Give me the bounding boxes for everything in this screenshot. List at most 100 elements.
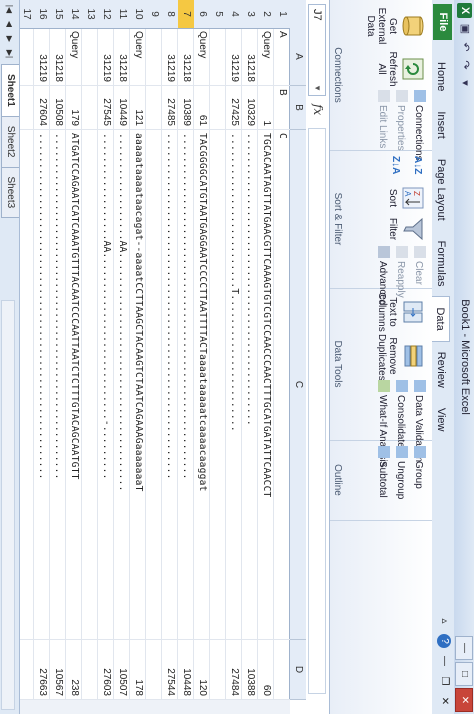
sheet-tab-sheet3[interactable]: Sheet3 — [1, 166, 19, 219]
table-cell[interactable]: 10448 — [177, 640, 194, 700]
table-cell[interactable]: 10508 — [49, 86, 66, 130]
table-cell[interactable] — [273, 640, 290, 700]
table-cell[interactable]: 31219 — [225, 28, 242, 86]
table-cell[interactable] — [81, 28, 98, 86]
table-cell[interactable]: 120 — [193, 640, 210, 700]
table-cell[interactable]: ..........................T.............… — [225, 130, 242, 640]
table-cell[interactable]: 31218 — [177, 28, 194, 86]
ribbon-minimize-icon[interactable]: — — [437, 654, 451, 668]
sort-az-button[interactable]: A↓Z — [410, 156, 424, 174]
row-header[interactable]: 9 — [145, 0, 162, 29]
row-header[interactable]: 13 — [81, 0, 98, 29]
table-cell[interactable]: 179 — [65, 86, 82, 130]
ribbon-restore-icon[interactable]: ❐ — [437, 674, 451, 688]
tab-page-layout[interactable]: Page Layout — [431, 149, 450, 231]
spreadsheet-grid[interactable]: A B C D 1 A B C 2 Query 1 TGCACAATAGTTATGAACGTTCAAA… — [20, 0, 306, 714]
table-cell[interactable]: 27485 — [161, 86, 178, 130]
table-cell[interactable]: 27603 — [97, 640, 114, 700]
row-header[interactable]: 6 — [193, 0, 210, 29]
maximize-icon[interactable]: □ — [455, 662, 473, 686]
horizontal-scrollbar[interactable] — [1, 300, 15, 710]
table-cell[interactable]: 10567 — [49, 640, 66, 700]
column-header[interactable]: A — [289, 28, 306, 86]
properties-button[interactable]: Properties — [394, 90, 408, 151]
row-header[interactable]: 12 — [97, 0, 114, 29]
table-cell[interactable]: 31219 — [33, 28, 50, 86]
table-cell[interactable]: 121 — [129, 86, 146, 130]
table-cell[interactable] — [209, 640, 226, 700]
last-sheet-icon[interactable]: ▶| — [3, 47, 16, 61]
collapse-ribbon-icon[interactable]: ▵ — [437, 614, 451, 628]
clear-button[interactable]: Clear — [412, 246, 426, 285]
edit-links-button[interactable]: Edit Links — [376, 90, 390, 148]
table-cell[interactable]: 27604 — [33, 86, 50, 130]
get-external-data-button[interactable]: Get External Data — [365, 4, 426, 48]
first-sheet-icon[interactable]: |◀ — [3, 2, 16, 16]
table-cell[interactable]: 238 — [65, 640, 82, 700]
table-cell[interactable]: 10389 — [177, 86, 194, 130]
help-icon[interactable]: ? — [437, 634, 451, 648]
row-header[interactable]: 3 — [241, 0, 258, 29]
filter-button[interactable]: Filter — [387, 214, 426, 244]
column-header[interactable]: D — [289, 640, 306, 700]
row-header[interactable]: 11 — [113, 0, 130, 29]
group-button[interactable]: Group — [412, 446, 426, 489]
name-box-dropdown-icon[interactable]: ▼ — [309, 84, 325, 92]
row-header[interactable]: 14 — [65, 0, 82, 29]
table-cell[interactable]: 31219 — [97, 28, 114, 86]
consolidate-button[interactable]: Consolidate — [394, 380, 408, 448]
table-cell[interactable] — [145, 28, 162, 86]
tab-data[interactable]: Data — [430, 296, 450, 342]
table-cell[interactable] — [20, 28, 34, 86]
table-cell[interactable]: 61 — [193, 86, 210, 130]
table-cell[interactable]: TGCACAATAGTTATGAACGTTCAAAGTGTCGTCCAACCCA… — [257, 130, 274, 640]
ungroup-button[interactable]: Ungroup — [394, 446, 408, 499]
row-header[interactable]: 8 — [161, 0, 178, 29]
tab-formulas[interactable]: Formulas — [431, 231, 450, 297]
table-cell[interactable]: 60 — [257, 640, 274, 700]
table-cell[interactable] — [20, 640, 34, 700]
table-cell[interactable]: 31218 — [49, 28, 66, 86]
formula-input[interactable] — [308, 128, 326, 694]
sheet-tab-sheet1[interactable]: Sheet1 — [1, 64, 19, 117]
table-cell[interactable]: 27484 — [225, 640, 242, 700]
table-cell[interactable]: TACGGGGCATGTAATGAGGAATCCCCTTAATTTTACTaaa… — [193, 130, 210, 640]
vertical-scrollbar[interactable] — [20, 699, 290, 714]
table-cell[interactable]: 10449 — [113, 86, 130, 130]
tab-review[interactable]: Review — [431, 342, 450, 398]
row-header[interactable]: 10 — [129, 0, 146, 29]
ribbon-close-icon[interactable]: ✕ — [437, 694, 451, 708]
tab-file[interactable]: File — [433, 4, 452, 40]
sort-za-button[interactable]: Z↓A — [388, 156, 402, 174]
table-cell[interactable]: ..................AA....................… — [97, 130, 114, 640]
table-cell[interactable]: 27663 — [33, 640, 50, 700]
table-cell[interactable] — [20, 130, 34, 640]
table-cell[interactable] — [209, 86, 226, 130]
table-cell[interactable]: Query — [257, 28, 274, 86]
table-cell[interactable]: Query — [65, 28, 82, 86]
row-header[interactable]: 7 — [177, 0, 194, 29]
table-cell[interactable] — [145, 130, 162, 640]
table-cell[interactable] — [145, 86, 162, 130]
prev-sheet-icon[interactable]: ◀ — [3, 17, 16, 31]
table-cell[interactable]: ..................AA....................… — [113, 130, 130, 640]
table-cell[interactable] — [81, 130, 98, 640]
remove-duplicates-button[interactable]: Remove Duplicates — [376, 334, 426, 381]
text-to-columns-button[interactable]: Text to Columns — [376, 292, 426, 332]
row-header[interactable]: 4 — [225, 0, 242, 29]
table-cell[interactable]: A — [273, 28, 290, 86]
table-cell[interactable]: ATGATCCAGAATCATCAAATGTTTACAATCCCAATTAATC… — [65, 130, 82, 640]
table-cell[interactable]: Query — [129, 28, 146, 86]
table-cell[interactable]: 27545 — [97, 86, 114, 130]
table-cell[interactable]: 27425 — [225, 86, 242, 130]
table-cell[interactable]: 1 — [257, 86, 274, 130]
row-header[interactable]: 1 — [273, 0, 290, 29]
table-cell[interactable]: Query — [193, 28, 210, 86]
table-cell[interactable]: 31219 — [161, 28, 178, 86]
row-header[interactable]: 2 — [257, 0, 274, 29]
select-all-corner[interactable] — [289, 0, 306, 29]
minimize-icon[interactable]: — — [455, 636, 473, 660]
row-header[interactable]: 15 — [49, 0, 66, 29]
table-cell[interactable] — [81, 86, 98, 130]
table-cell[interactable]: ........................................… — [49, 130, 66, 640]
